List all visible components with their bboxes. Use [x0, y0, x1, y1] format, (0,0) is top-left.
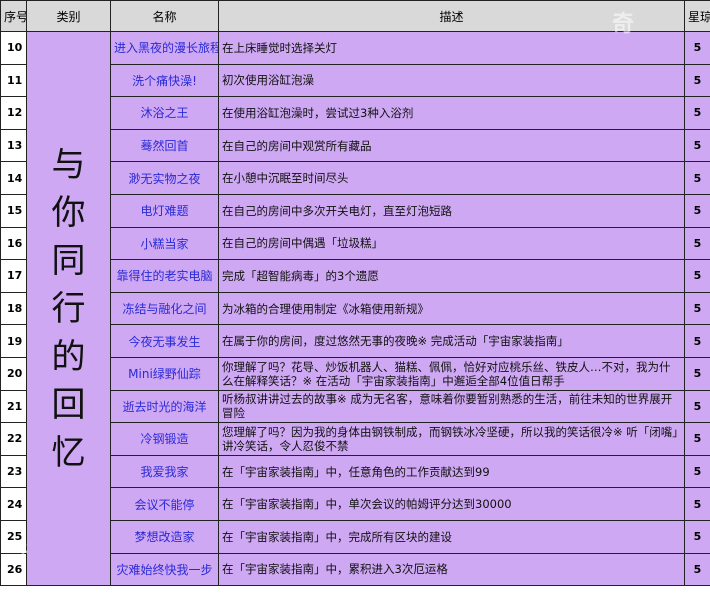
- achievement-name: Mini绿野仙踪: [110, 356, 219, 391]
- achievement-name: 梦想改造家: [110, 519, 219, 554]
- row-number: 20: [0, 356, 27, 391]
- row-number: 14: [0, 161, 27, 195]
- row-number: 17: [0, 259, 27, 293]
- achievement-name: 洗个痛快澡!: [110, 63, 219, 98]
- achievement-description: 在「宇宙家装指南」中，完成所有区块的建设: [218, 519, 685, 554]
- header-num: 序号: [0, 0, 27, 32]
- star-reward: 5: [684, 63, 710, 98]
- row-number: 22: [0, 422, 27, 456]
- row-number: 21: [0, 389, 27, 424]
- achievement-name: 进入黑夜的漫长旅程: [110, 31, 219, 65]
- achievement-name: 灾难始终快我一步: [110, 552, 219, 587]
- row-number: 26: [0, 552, 27, 587]
- header-name: 名称: [110, 0, 219, 32]
- star-reward: 5: [684, 31, 710, 65]
- star-reward: 5: [684, 161, 710, 195]
- achievement-description: 在属于你的房间，度过悠然无事的夜晚※ 完成活动「宇宙家装指南」: [218, 324, 685, 358]
- achievement-name: 沐浴之王: [110, 96, 219, 130]
- category-cell: 与你同行的回忆: [26, 30, 111, 587]
- row-number: 15: [0, 193, 27, 228]
- row-number: 18: [0, 291, 27, 326]
- star-reward: 5: [684, 552, 710, 587]
- star-reward: 5: [684, 96, 710, 130]
- achievement-name: 今夜无事发生: [110, 324, 219, 358]
- header-description: 描述: [218, 0, 685, 32]
- achievement-name: 靠得住的老实电脑: [110, 259, 219, 293]
- star-reward: 5: [684, 389, 710, 424]
- achievement-name: 小糕当家: [110, 226, 219, 261]
- achievement-name: 电灯难题: [110, 193, 219, 228]
- star-reward: 5: [684, 356, 710, 391]
- achievement-description: 您理解了吗？因为我的身体由钢铁制成，而钢铁冰冷坚硬，所以我的笑话很冷※ 听「闭嘴…: [218, 422, 685, 456]
- star-reward: 5: [684, 487, 710, 521]
- header-category: 类别: [26, 0, 111, 32]
- star-reward: 5: [684, 422, 710, 456]
- achievement-name: 逝去时光的海洋: [110, 389, 219, 424]
- achievement-description: 在「宇宙家装指南」中，累积进入3次厄运格: [218, 552, 685, 587]
- achievement-name: 蓦然回首: [110, 128, 219, 163]
- category-label: 与你同行的回忆: [51, 144, 86, 473]
- achievement-name: 渺无实物之夜: [110, 161, 219, 195]
- achievement-name: 冷钢锻造: [110, 422, 219, 456]
- achievement-description: 为冰箱的合理使用制定《冰箱使用新规》: [218, 291, 685, 326]
- star-reward: 5: [684, 324, 710, 358]
- star-reward: 5: [684, 291, 710, 326]
- achievement-description: 在「宇宙家装指南」中，单次会议的帕姆评分达到30000: [218, 487, 685, 521]
- achievement-name: 我爱我家: [110, 454, 219, 489]
- achievement-description: 完成「超智能病毒」的3个遗愿: [218, 259, 685, 293]
- row-number: 19: [0, 324, 27, 358]
- star-reward: 5: [684, 128, 710, 163]
- achievement-description: 初次使用浴缸泡澡: [218, 63, 685, 98]
- achievement-description: 在使用浴缸泡澡时，尝试过3种入浴剂: [218, 96, 685, 130]
- achievement-description: 在上床睡觉时选择关灯: [218, 31, 685, 65]
- table-header-row: 序号 类别 名称 描述 星琼: [0, 0, 710, 32]
- achievement-name: 会议不能停: [110, 487, 219, 521]
- achievement-table: 序号 类别 名称 描述 星琼 10 与你同行的回忆 进入黑夜的漫长旅程 在上床睡觉时选…: [0, 0, 710, 587]
- row-number: 13: [0, 128, 27, 163]
- achievement-description: 在小憩中沉眠至时间尽头: [218, 161, 685, 195]
- achievement-description: 在自己的房间中多次开关电灯，直至灯泡短路: [218, 193, 685, 228]
- achievement-name: 冻结与融化之间: [110, 291, 219, 326]
- row-number: 10: [0, 31, 27, 65]
- achievement-description: 听杨叔讲讲过去的故事※ 成为无名客，意味着你要暂别熟悉的生活，前往未知的世界展开…: [218, 389, 685, 424]
- row-number: 11: [0, 63, 27, 98]
- table-body: 10 与你同行的回忆 进入黑夜的漫长旅程 在上床睡觉时选择关灯 5 11 洗个痛快澡! 初次使…: [0, 30, 710, 587]
- header-stars: 星琼: [684, 0, 710, 32]
- row-number: 24: [0, 487, 27, 521]
- star-reward: 5: [684, 226, 710, 261]
- table-row: 10 与你同行的回忆 进入黑夜的漫长旅程 在上床睡觉时选择关灯 5: [0, 30, 710, 587]
- star-reward: 5: [684, 454, 710, 489]
- achievement-description: 在「宇宙家装指南」中，任意角色的工作贡献达到99: [218, 454, 685, 489]
- row-number: 25: [0, 519, 27, 554]
- row-number: 23: [0, 454, 27, 489]
- page: 序号 类别 名称 描述 星琼 10 与你同行的回忆 进入黑夜的漫长旅程 在上床睡觉时选…: [0, 0, 710, 600]
- achievement-description: 在自己的房间中观赏所有藏品: [218, 128, 685, 163]
- achievement-description: 你理解了吗？花导、炒饭机器人、猫糕、佩佩，恰好对应桃乐丝、铁皮人…不对，我为什么…: [218, 356, 685, 391]
- star-reward: 5: [684, 193, 710, 228]
- row-number: 16: [0, 226, 27, 261]
- achievement-description: 在自己的房间中偶遇「垃圾糕」: [218, 226, 685, 261]
- row-number: 12: [0, 96, 27, 130]
- star-reward: 5: [684, 259, 710, 293]
- star-reward: 5: [684, 519, 710, 554]
